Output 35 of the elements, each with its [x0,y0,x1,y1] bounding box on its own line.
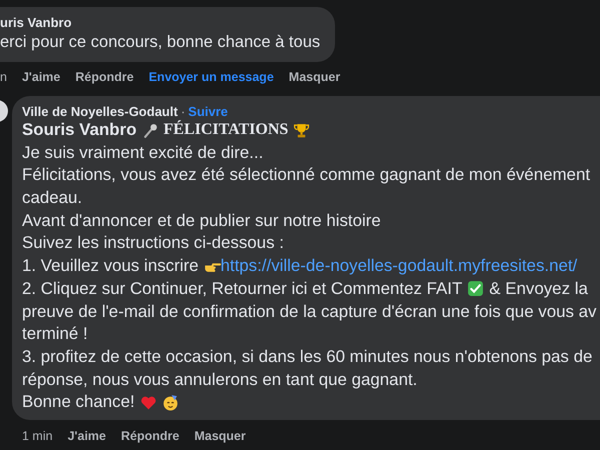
url-link[interactable]: https://ville-de-noyelles-godault.myfreesites.net/ [220,256,578,276]
message-line: preuve de l'e-mail de confirmation de la capture d'écran une fois que vous av [22,302,596,322]
action-link[interactable]: Masquer [288,70,340,84]
page-name[interactable]: Ville de Noyelles-Godault [22,104,178,119]
action-link[interactable]: J'aime [68,428,106,443]
author-name[interactable]: uris Vanbro [0,14,335,31]
check-icon [467,280,484,298]
message-line: 3. profitez de cette occasion, si dans les 60 minutes nous n'obtenons pas de [22,346,592,367]
message-line: terminé ! [22,324,88,344]
message-line: 2. Cliquez sur Continuer, Retourner ici et Commentez FAIT [22,278,462,299]
message-link[interactable]: Envoyer un message [148,70,274,84]
follow-link[interactable]: Suivre [188,104,228,119]
action-link[interactable]: J'aime [22,70,60,84]
message-line: & Envoyez la [489,278,588,299]
message-line: Félicitations, vous avez été sélectionné comme gagnant de mon événement [22,165,590,186]
action-link[interactable]: Répondre [121,428,180,443]
headline: FÉLICITATIONS [164,121,288,140]
party-face-icon [162,394,179,411]
message-line: cadeau. [22,188,82,208]
separator-dot: · [180,104,186,119]
comment-text: erci pour ce concours, bonne chance à tous [0,32,322,53]
message-line: Suivez les instructions ci-dessous : [22,233,284,254]
timestamp: n [0,70,7,84]
message-line: 1. Veuillez vous inscrire [22,256,198,276]
author-name: Souris Vanbro [22,120,137,140]
action-link[interactable]: Répondre [75,70,134,84]
action-link[interactable]: Masquer [194,428,246,443]
microphone-icon [142,122,159,139]
message-line: Avant d'annoncer et de publier sur notre histoire [22,210,381,231]
message-line: Bonne chance! [22,392,135,412]
trophy-icon [293,122,310,139]
message-line: Je suis vraiment excité de dire... [22,142,264,163]
message-line: réponse, nous vous annulerons en tant que gagnant. [22,370,418,390]
timestamp: 1 min [22,428,53,443]
heart-icon [140,394,157,411]
